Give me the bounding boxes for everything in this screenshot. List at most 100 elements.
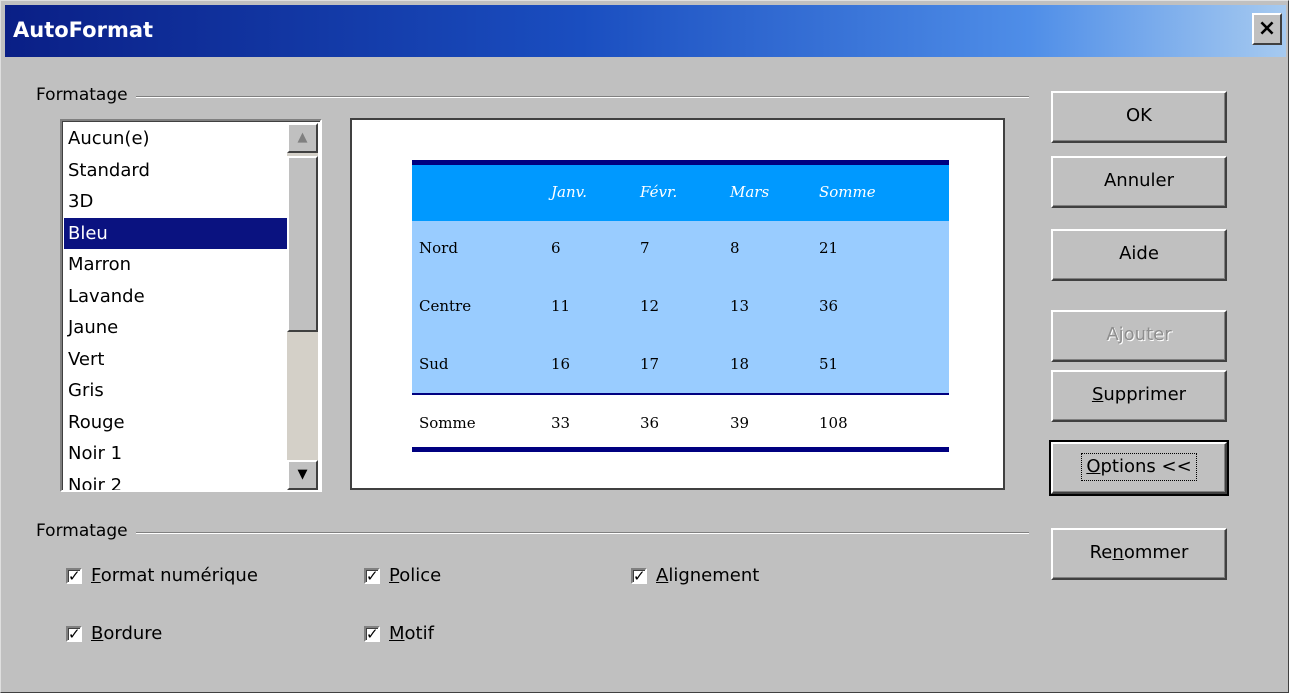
format-list-item[interactable]: Lavande [64,281,290,313]
preview-header-cell: Janv. [551,183,588,201]
format-list-item[interactable]: Rouge [64,407,290,439]
preview-cell: 12 [640,297,660,315]
preview-cell: 8 [730,239,740,257]
preview-total-cell: 36 [640,414,660,432]
scroll-thumb[interactable] [287,156,318,332]
add-label: Ajouter [1106,324,1172,345]
preview-total-cell: Somme [419,414,476,432]
scroll-up-button[interactable]: ▲ [287,123,318,153]
rename-label-pre: Re [1089,542,1113,563]
format-list-item[interactable]: Bleu [64,217,290,249]
preview-total-row: Somme 33 36 39 108 [412,414,949,434]
checkbox-label: Motif [389,623,434,644]
format-list-item[interactable]: Noir 1 [64,438,290,470]
rename-mnemonic: n [1112,542,1124,563]
ok-label: OK [1126,105,1152,126]
preview-cell: 21 [819,239,839,257]
checkbox-label: Police [389,565,441,586]
checkbox-border[interactable]: ✓ Bordure [66,623,162,644]
mnemonic: A [656,565,669,586]
format-list-item[interactable]: Marron [64,249,290,281]
preview-header-cell: Mars [730,183,770,201]
checkbox-box[interactable]: ✓ [631,566,647,585]
delete-label: upprimer [1103,384,1187,405]
close-button[interactable]: × [1252,13,1282,45]
format-list-item[interactable]: Gris [64,375,290,407]
arrow-up-icon: ▲ [297,130,308,145]
preview-total-cell: 108 [819,414,848,432]
checkbox-pattern[interactable]: ✓ Motif [364,623,434,644]
preview-header-cell: Févr. [640,183,678,201]
help-button[interactable]: Aide [1051,229,1227,281]
autoformat-dialog: AutoFormat × Formatage Aucun(e) Standard 3… [0,0,1289,693]
preview-cell: Sud [419,355,449,373]
check-icon: ✓ [633,566,646,585]
preview-cell: Nord [419,239,458,257]
list-scrollbar[interactable]: ▲ ▼ [287,123,318,490]
label-text: ormat numérique [100,565,258,586]
help-label: Aide [1119,243,1159,264]
ok-button[interactable]: OK [1051,91,1227,143]
preview-bottom-border [412,447,949,452]
preview-cell: 6 [551,239,561,257]
preview-cell: 18 [730,355,750,373]
options-focus: Options << [1081,453,1197,481]
preview-row-sud: Sud 16 17 18 51 [412,355,949,375]
scroll-down-button[interactable]: ▼ [287,460,318,490]
format-list-item[interactable]: Jaune [64,312,290,344]
dialog-title: AutoFormat [13,18,154,42]
options-label: ptions << [1100,456,1192,477]
rename-label-rest: ommer [1123,542,1189,563]
title-bar[interactable]: AutoFormat × [5,5,1286,57]
format-preview: Janv. Févr. Mars Somme Nord 6 7 8 21 Cen… [350,118,1005,490]
label-text: lignement [668,565,760,586]
mnemonic: M [389,623,405,644]
label-text: otif [404,623,434,644]
checkbox-box[interactable]: ✓ [364,625,380,642]
preview-total-cell: 33 [551,414,571,432]
checkbox-label: Format numérique [91,565,258,586]
checkbox-box[interactable]: ✓ [364,566,380,585]
checkbox-label: Bordure [91,623,162,644]
checkbox-box[interactable]: ✓ [66,566,82,585]
format-list: Aucun(e) Standard 3D Bleu Marron Lavande Jaune… [64,123,290,491]
format-group-line [37,96,1029,98]
preview-cell: 36 [819,297,839,315]
mnemonic: B [91,623,104,644]
mnemonic: F [91,565,101,586]
check-icon: ✓ [68,566,81,585]
format-list-item[interactable]: Standard [64,155,290,187]
preview-header-row: Janv. Févr. Mars Somme [412,165,949,221]
checkbox-number-format[interactable]: ✓ Format numérique [66,565,258,586]
preview-divider [412,393,949,395]
format-listbox[interactable]: Aucun(e) Standard 3D Bleu Marron Lavande Jaune… [60,119,322,492]
format-list-item[interactable]: 3D [64,186,290,218]
add-button[interactable]: Ajouter [1051,310,1227,362]
preview-total-cell: 39 [730,414,750,432]
preview-cell: 7 [640,239,650,257]
arrow-down-icon: ▼ [297,467,308,482]
check-icon: ✓ [366,566,379,585]
close-icon: × [1257,16,1277,41]
cancel-button[interactable]: Annuler [1051,156,1227,208]
format-list-item[interactable]: Noir 2 [64,470,290,491]
options-button[interactable]: Options << [1049,440,1229,496]
checkbox-font[interactable]: ✓ Police [364,565,441,586]
preview-row-nord: Nord 6 7 8 21 [412,239,949,259]
preview-cell: 17 [640,355,660,373]
format-list-item[interactable]: Vert [64,344,290,376]
rename-button[interactable]: Renommer [1051,528,1227,580]
format-group-label: Formatage [36,85,136,105]
preview-cell: Centre [419,297,472,315]
delete-button[interactable]: Supprimer [1051,370,1227,422]
preview-cell: 11 [551,297,571,315]
format-list-item[interactable]: Aucun(e) [64,123,290,155]
options-group-line [37,532,1029,534]
preview-cell: 16 [551,355,571,373]
checkbox-box[interactable]: ✓ [66,624,82,643]
delete-mnemonic: S [1091,384,1104,405]
check-icon: ✓ [68,624,81,643]
cancel-label: Annuler [1103,170,1174,191]
checkbox-alignment[interactable]: ✓ Alignement [631,565,759,586]
preview-cell: 51 [819,355,839,373]
